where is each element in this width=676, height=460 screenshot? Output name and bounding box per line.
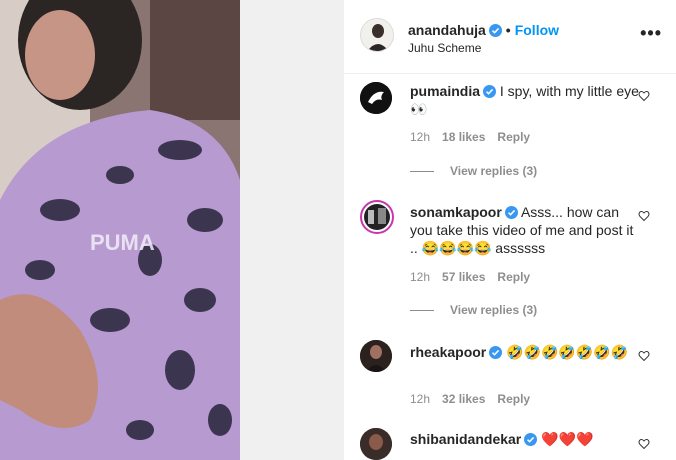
verified-badge-icon [483, 85, 497, 98]
comment-body: I spy, with my little eye [499, 83, 639, 99]
commenter-username[interactable]: pumaindia [410, 83, 480, 99]
comment-likes[interactable]: 32 likes [442, 392, 485, 406]
reply-button[interactable]: Reply [497, 270, 530, 284]
replies-line [410, 310, 434, 312]
author-line: anandahuja • Follow [408, 22, 559, 38]
view-replies-button[interactable]: View replies (3) [410, 164, 537, 178]
post-media[interactable]: PUMA [0, 0, 240, 460]
verified-badge-icon [488, 24, 502, 37]
media-side-gap [240, 0, 344, 460]
like-heart-icon[interactable] [638, 438, 650, 450]
shirt-logo-text: PUMA [90, 230, 155, 255]
comment-time[interactable]: 12h [410, 270, 430, 284]
commenter-username[interactable]: shibanidandekar [410, 431, 521, 447]
view-replies-label: View replies (3) [450, 164, 538, 178]
reply-button[interactable]: Reply [497, 130, 530, 144]
media-image: PUMA [0, 0, 240, 460]
like-heart-icon[interactable] [638, 90, 650, 102]
more-options-icon[interactable]: ••• [640, 24, 662, 42]
eyes-emoji: 👀 [410, 101, 428, 117]
comment-time[interactable]: 12h [410, 130, 430, 144]
commenter-avatar[interactable] [360, 340, 392, 372]
separator-dot: • [505, 22, 511, 38]
laughing-emoji: 😂😂😂😂 [421, 240, 492, 256]
commenter-avatar[interactable] [360, 428, 392, 460]
comment-text: sonamkapoor Asss... how can you take thi… [410, 203, 640, 257]
reply-button[interactable]: Reply [497, 392, 530, 406]
view-replies-button[interactable]: View replies (3) [410, 303, 537, 317]
post-header: anandahuja • Follow Juhu Scheme ••• [344, 0, 676, 74]
view-replies-label: View replies (3) [450, 303, 538, 317]
comments-panel: anandahuja • Follow Juhu Scheme ••• pumain… [344, 0, 676, 460]
comment-meta: 12h 32 likes Reply [410, 392, 542, 406]
rofl-emoji: 🤣🤣🤣🤣🤣🤣🤣 [506, 344, 629, 360]
comment-likes[interactable]: 18 likes [442, 130, 485, 144]
verified-badge-icon [504, 206, 518, 219]
comment-likes[interactable]: 57 likes [442, 270, 485, 284]
comment-time[interactable]: 12h [410, 392, 430, 406]
commenter-avatar[interactable] [360, 82, 392, 114]
commenter-avatar[interactable] [360, 200, 394, 234]
replies-line [410, 171, 434, 173]
author-avatar[interactable] [360, 18, 394, 52]
verified-badge-icon [489, 346, 503, 359]
like-heart-icon[interactable] [638, 210, 650, 222]
follow-button[interactable]: Follow [515, 22, 559, 38]
comment-meta: 12h 57 likes Reply [410, 270, 542, 284]
comment-text: shibanidandekar ❤️❤️❤️ [410, 430, 640, 448]
author-username[interactable]: anandahuja [408, 22, 486, 38]
hearts-emoji: ❤️❤️❤️ [541, 431, 594, 447]
comment-trailing-text: assssss [495, 240, 546, 256]
post-location[interactable]: Juhu Scheme [408, 41, 481, 55]
comment-meta: 12h 18 likes Reply [410, 130, 542, 144]
like-heart-icon[interactable] [638, 350, 650, 362]
commenter-username[interactable]: rheakapoor [410, 344, 486, 360]
verified-badge-icon [524, 433, 538, 446]
commenter-username[interactable]: sonamkapoor [410, 204, 502, 220]
comment-text: rheakapoor 🤣🤣🤣🤣🤣🤣🤣 [410, 343, 640, 361]
comment-text: pumaindia I spy, with my little eye 👀 [410, 82, 640, 118]
